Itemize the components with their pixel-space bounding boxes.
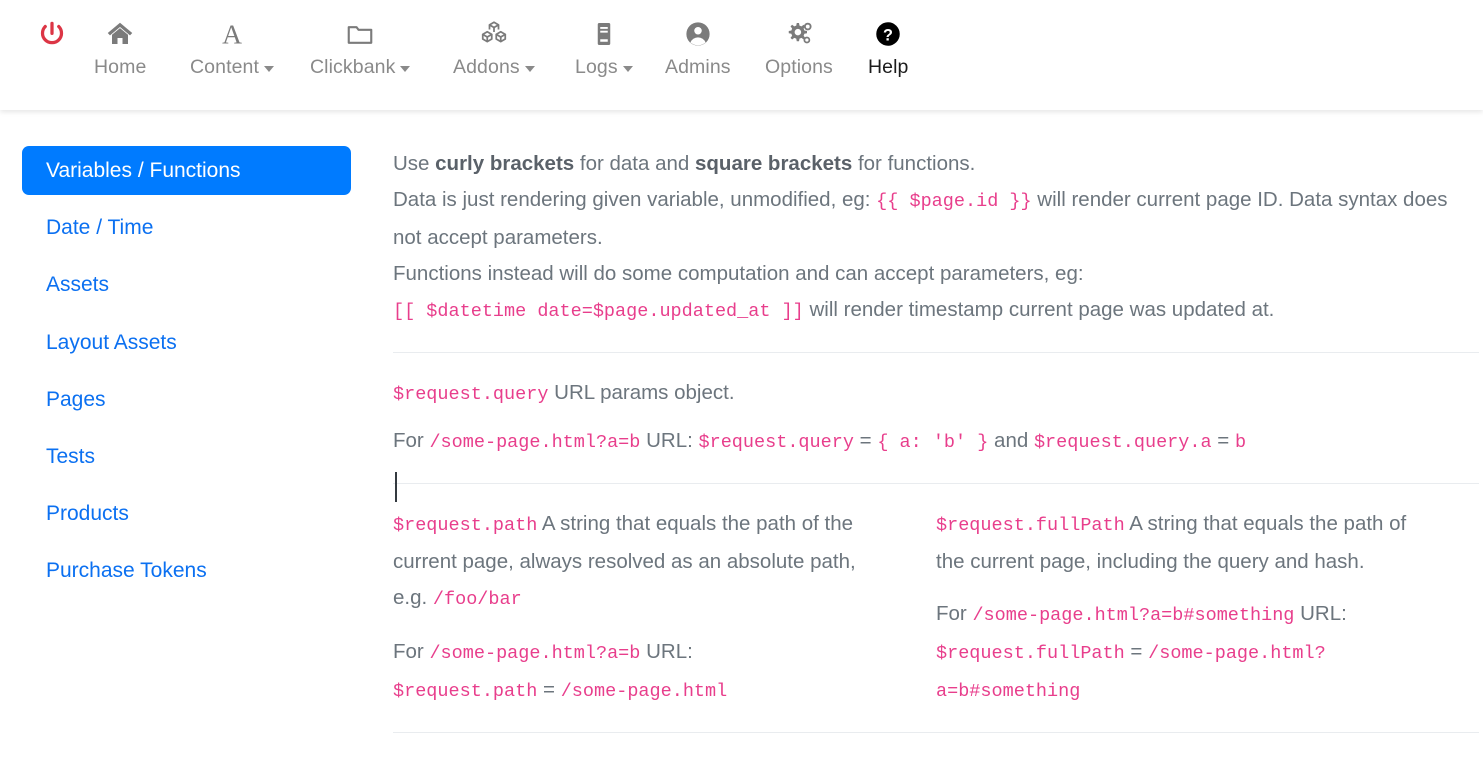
- chevron-down-icon: [622, 65, 633, 72]
- sidebar-item-date-time[interactable]: Date / Time: [22, 203, 351, 252]
- nav-item-options[interactable]: Options: [755, 14, 843, 78]
- text-cursor: [395, 472, 397, 502]
- path-res-value: /some-page.html: [560, 681, 728, 702]
- main-content: Use curly brackets for data and square b…: [375, 110, 1483, 771]
- query-title: $request.query URL params object.: [393, 375, 1479, 413]
- sidebar-item-assets[interactable]: Assets: [22, 260, 351, 309]
- fullpath-example: For /some-page.html?a=b#something URL: $…: [936, 596, 1423, 710]
- sidebar-item-products[interactable]: Products: [22, 489, 351, 538]
- two-column-section: $request.path A string that equals the p…: [393, 472, 1479, 710]
- nav-label-logs: Logs: [575, 54, 633, 78]
- query-ex-eq: =: [853, 429, 878, 452]
- divider-2: [393, 483, 1479, 484]
- path-res-eq: =: [537, 678, 561, 701]
- query-ex-eq2: =: [1211, 429, 1235, 452]
- letter-a-icon: A: [217, 14, 247, 54]
- chevron-down-icon: [524, 65, 535, 72]
- intro-line4-b: will render timestamp current page was u…: [803, 298, 1275, 321]
- fullpath-ex-url: /some-page.html?a=b#something: [972, 605, 1295, 626]
- path-ex-url: /some-page.html?a=b: [429, 643, 641, 664]
- sidebar-item-pages[interactable]: Pages: [22, 375, 351, 424]
- query-ex-token2: $request.query.a: [1033, 432, 1212, 453]
- fullpath-token: $request.fullPath: [936, 515, 1125, 536]
- intro-line1-a: Use: [393, 152, 436, 175]
- nav-label-clickbank-text: Clickbank: [310, 56, 396, 78]
- fullpath-res-token: $request.fullPath: [936, 643, 1125, 664]
- divider-3: [393, 732, 1479, 733]
- top-navigation-bar: Home A Content Clickbank Addons Logs Adm…: [0, 0, 1483, 110]
- nav-label-content-text: Content: [190, 56, 259, 78]
- fullpath-ex-mid: URL:: [1294, 602, 1347, 625]
- question-circle-icon: ?: [873, 14, 903, 54]
- path-title: $request.path A string that equals the p…: [393, 506, 880, 618]
- intro-bold-square: square brackets: [695, 152, 853, 175]
- intro-line1-e: for functions.: [852, 152, 976, 175]
- nav-item-power[interactable]: [27, 14, 77, 58]
- nav-item-clickbank[interactable]: Clickbank: [300, 14, 420, 78]
- query-ex-mid: URL:: [640, 429, 699, 452]
- query-ex-value: { a: 'b' }: [877, 432, 989, 453]
- sidebar-item-tests[interactable]: Tests: [22, 432, 351, 481]
- nav-label-admins: Admins: [665, 56, 731, 78]
- book-icon: [589, 14, 619, 54]
- path-example: For /some-page.html?a=b URL: $request.pa…: [393, 634, 880, 710]
- svg-text:A: A: [222, 19, 242, 49]
- query-ex-token: $request.query: [698, 432, 854, 453]
- fullpath-res-eq: =: [1124, 640, 1149, 663]
- divider-1: [393, 352, 1479, 353]
- query-example: For /some-page.html?a=b URL: $request.qu…: [393, 423, 1479, 461]
- path-token: $request.path: [393, 515, 538, 536]
- intro-code-page-id: {{ $page.id }}: [876, 191, 1032, 212]
- cubes-icon: [479, 14, 509, 54]
- nav-item-content[interactable]: A Content: [180, 14, 284, 78]
- fullpath-title: $request.fullPath A string that equals t…: [936, 506, 1423, 580]
- query-ex-url: /some-page.html?a=b: [429, 432, 641, 453]
- query-token: $request.query: [393, 384, 549, 405]
- nav-label-content: Content: [190, 54, 274, 78]
- folder-icon: [345, 14, 375, 54]
- nav-label-logs-text: Logs: [575, 56, 618, 78]
- user-circle-icon: [683, 14, 713, 54]
- nav-item-home[interactable]: Home: [84, 14, 156, 78]
- intro-line2-a: Data is just rendering given variable, u…: [393, 188, 877, 211]
- column-request-fullpath: $request.fullPath A string that equals t…: [936, 506, 1479, 710]
- intro-line1-c: for data and: [574, 152, 695, 175]
- intro-code-datetime: [[ $datetime date=$page.updated_at ]]: [393, 301, 804, 322]
- chevron-down-icon: [400, 65, 411, 72]
- nav-item-addons[interactable]: Addons: [443, 14, 545, 78]
- nav-label-home: Home: [94, 56, 147, 78]
- intro-paragraph: Use curly brackets for data and square b…: [393, 146, 1479, 330]
- intro-bold-curly: curly brackets: [435, 152, 575, 175]
- nav-label-clickbank: Clickbank: [310, 54, 411, 78]
- path-res-token: $request.path: [393, 681, 538, 702]
- nav-item-help[interactable]: ? Help: [858, 14, 919, 78]
- sidebar: Variables / Functions Date / Time Assets…: [0, 110, 375, 771]
- nav-label-help: Help: [868, 56, 909, 78]
- chevron-down-icon: [264, 65, 274, 72]
- gears-icon: [784, 14, 814, 54]
- sidebar-item-purchase-tokens[interactable]: Purchase Tokens: [22, 546, 351, 595]
- home-icon: [105, 14, 135, 54]
- fullpath-ex-for: For: [936, 602, 973, 625]
- query-ex-value2: b: [1234, 432, 1247, 453]
- nav-label-addons-text: Addons: [453, 56, 520, 78]
- sidebar-item-layout-assets[interactable]: Layout Assets: [22, 318, 351, 367]
- nav-item-admins[interactable]: Admins: [655, 14, 741, 78]
- svg-text:?: ?: [883, 26, 893, 44]
- query-ex-for: For: [393, 429, 430, 452]
- nav-label-addons: Addons: [453, 54, 535, 78]
- intro-line3: Functions instead will do some computati…: [393, 262, 1084, 285]
- sidebar-item-variables-functions[interactable]: Variables / Functions: [22, 146, 351, 196]
- nav-label-options: Options: [765, 56, 833, 78]
- path-desc-code: /foo/bar: [432, 589, 522, 610]
- query-ex-and: and: [988, 429, 1034, 452]
- page-body: Variables / Functions Date / Time Assets…: [0, 110, 1483, 771]
- power-icon: [37, 14, 67, 54]
- path-ex-for: For: [393, 640, 430, 663]
- path-ex-mid: URL:: [640, 640, 693, 663]
- nav-item-logs[interactable]: Logs: [565, 14, 643, 78]
- column-request-path: $request.path A string that equals the p…: [393, 506, 936, 710]
- query-desc: URL params object.: [548, 381, 735, 404]
